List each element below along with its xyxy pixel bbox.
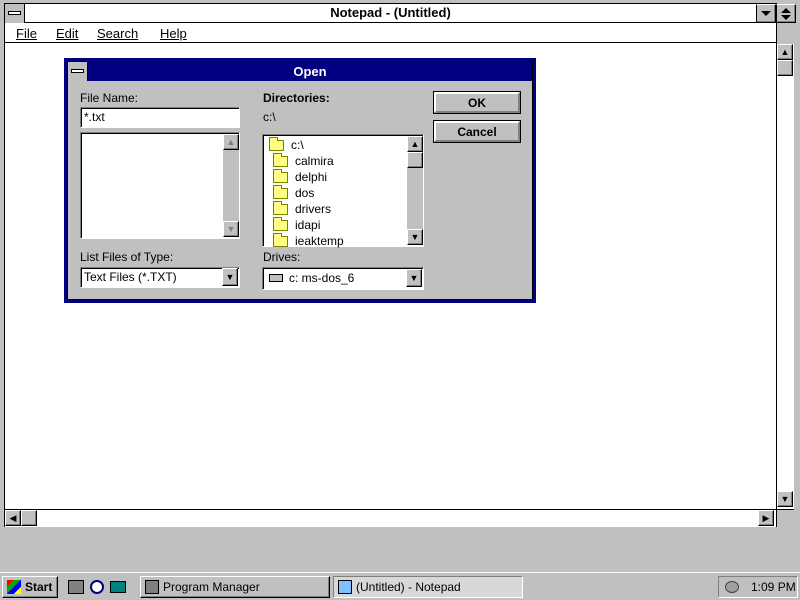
drive-icon <box>269 274 283 282</box>
folder-icon <box>273 216 288 231</box>
file-list[interactable]: ▲ ▼ <box>80 132 240 239</box>
printer-icon[interactable] <box>68 580 84 594</box>
clock[interactable]: 1:09 PM <box>751 580 796 594</box>
file-scroll-up-icon[interactable]: ▲ <box>223 134 239 150</box>
start-button[interactable]: Start <box>2 576 58 598</box>
dialog-control-icon[interactable] <box>68 62 88 81</box>
dir-item[interactable]: delphi <box>273 168 327 185</box>
directories-label: Directories: <box>263 91 330 105</box>
directory-list[interactable]: c:\ calmira delphi dos drivers idapi iea… <box>262 134 424 249</box>
maximize-icon[interactable] <box>776 4 796 23</box>
notepad-icon <box>338 580 352 594</box>
dir-scrollbar[interactable]: ▲ ▼ <box>407 136 423 245</box>
menu-help[interactable]: Help <box>160 26 187 41</box>
folder-icon <box>273 232 288 247</box>
window-title: Notepad - (Untitled) <box>330 5 451 20</box>
list-type-value: Text Files (*.TXT) <box>84 270 177 284</box>
scroll-up-icon[interactable]: ▲ <box>777 44 793 60</box>
list-type-label: List Files of Type: <box>80 250 174 264</box>
scroll-left-icon[interactable]: ◀ <box>5 510 21 526</box>
scroll-down-icon[interactable]: ▼ <box>777 491 793 507</box>
taskbar: Start Program Manager (Untitled) - Notep… <box>0 572 800 600</box>
scroll-right-icon[interactable]: ▶ <box>758 510 774 526</box>
dialog-title-bar[interactable]: Open <box>68 62 532 81</box>
dir-item[interactable]: idapi <box>273 216 320 233</box>
horizontal-scrollbar[interactable]: ◀ ▶ <box>5 509 776 527</box>
dir-item[interactable]: calmira <box>273 152 334 169</box>
drives-label: Drives: <box>263 250 301 264</box>
notepad-title-bar[interactable]: Notepad - (Untitled) <box>5 4 777 23</box>
file-name-label: File Name: <box>80 91 139 105</box>
dir-scroll-thumb[interactable] <box>407 152 423 168</box>
open-dialog: Open File Name: *.txt ▲ ▼ Directories: c… <box>64 58 536 303</box>
file-name-value: *.txt <box>84 110 105 124</box>
folder-icon <box>273 200 288 215</box>
vertical-scrollbar[interactable]: ▲ ▼ <box>776 44 794 509</box>
minimize-button[interactable] <box>756 4 776 23</box>
open-folder-icon <box>269 136 284 151</box>
menu-bar: File Edit Search Help <box>5 24 776 43</box>
program-manager-icon <box>145 580 159 594</box>
find-icon[interactable] <box>90 580 104 594</box>
task-notepad[interactable]: (Untitled) - Notepad <box>333 576 523 598</box>
system-tray: 1:09 PM <box>718 576 798 598</box>
dir-item[interactable]: drivers <box>273 200 331 217</box>
dir-item-root[interactable]: c:\ <box>269 136 304 153</box>
drives-select[interactable]: c: ms-dos_6 ▼ <box>262 267 424 290</box>
menu-edit[interactable]: Edit <box>56 26 78 41</box>
folder-icon <box>273 152 288 167</box>
current-directory: c:\ <box>263 110 276 124</box>
folder-icon <box>273 168 288 183</box>
speaker-icon[interactable] <box>725 581 739 593</box>
cancel-button[interactable]: Cancel <box>433 120 521 143</box>
h-scroll-thumb[interactable] <box>21 510 37 526</box>
file-name-input[interactable]: *.txt <box>80 107 240 128</box>
chevron-down-icon[interactable]: ▼ <box>406 269 422 287</box>
menu-file[interactable]: File <box>16 26 37 41</box>
file-scroll-down-icon[interactable]: ▼ <box>223 221 239 237</box>
folder-icon[interactable] <box>110 581 126 593</box>
windows-logo-icon <box>7 580 21 594</box>
list-type-select[interactable]: Text Files (*.TXT) ▼ <box>80 267 240 288</box>
dialog-title: Open <box>293 64 327 79</box>
chevron-down-icon[interactable]: ▼ <box>222 268 238 286</box>
drives-value: c: ms-dos_6 <box>289 271 355 285</box>
dir-scroll-up-icon[interactable]: ▲ <box>407 136 423 152</box>
size-corner <box>776 509 794 527</box>
quick-launch <box>66 576 130 598</box>
task-program-manager[interactable]: Program Manager <box>140 576 330 598</box>
ok-button[interactable]: OK <box>433 91 521 114</box>
menu-search[interactable]: Search <box>97 26 138 41</box>
dir-scroll-down-icon[interactable]: ▼ <box>407 229 423 245</box>
scroll-thumb[interactable] <box>777 60 793 76</box>
folder-icon <box>273 184 288 199</box>
dir-item[interactable]: ieaktemp <box>273 232 344 249</box>
dir-item[interactable]: dos <box>273 184 314 201</box>
